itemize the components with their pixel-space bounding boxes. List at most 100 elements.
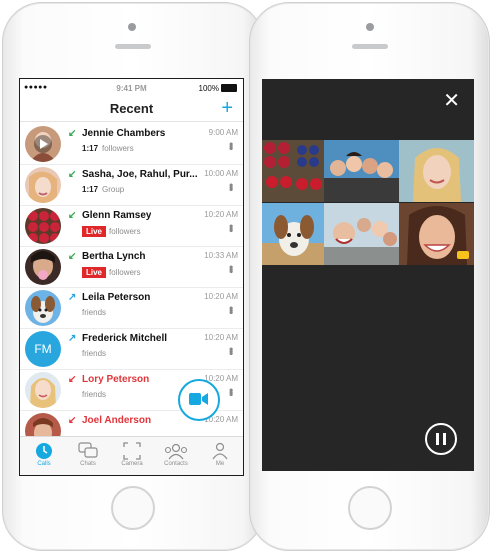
missed-call-icon: ↙ [68,374,77,385]
call-detail: 1:17 Group [82,185,124,194]
contact-name: Glenn Ramsey [82,210,152,221]
incoming-call-icon: ↙ [68,169,77,180]
recent-calls-screen: ●●●●● 9:41 PM 100% Recent + ↙ Jennie Cha… [19,78,244,476]
live-badge: Live [82,267,107,278]
tab-label: Contacts [164,461,188,467]
avatar [25,126,61,162]
contact-name: Leila Peterson [82,292,151,303]
incoming-call-icon: ↙ [68,128,77,139]
avatar [25,372,61,408]
tab-camera[interactable]: Camera [110,441,154,467]
incoming-call-icon: ↙ [68,210,77,221]
avatar [25,290,61,326]
video-grid [262,140,474,265]
audience-label: followers [109,227,141,236]
group-video-screen: ✕ [262,79,474,471]
clock-icon [22,441,66,461]
page-title: Recent [109,101,154,116]
tab-label: Camera [121,461,143,467]
contacts-icon [154,441,198,461]
call-row-leila[interactable]: ↗ Leila Peterson 10:20 AM friends ••• [20,287,243,329]
more-options-icon[interactable]: ••• [224,224,238,231]
video-tile [324,140,399,202]
initials-avatar: FM [25,331,61,367]
more-options-icon[interactable]: ••• [224,265,238,272]
contact-name: Bertha Lynch [82,251,146,262]
earpiece-speaker [115,44,151,49]
call-detail: friends [82,308,106,317]
more-options-icon[interactable]: ••• [224,388,238,395]
video-tile [262,140,324,202]
tab-label: Chats [80,461,96,467]
call-time: 10:20 AM [204,210,238,219]
video-camera-icon [189,393,208,405]
contact-name: Lory Peterson [82,374,150,385]
tab-calls[interactable]: Calls [22,441,66,467]
avatar [25,249,61,285]
tab-contacts[interactable]: Contacts [154,441,198,467]
audience-label: friends [82,390,107,399]
call-time: 10:33 AM [204,251,238,260]
tab-label: Calls [37,461,51,467]
contact-name: Sasha, Joe, Rahul, Pur... [82,169,198,180]
more-options-icon[interactable]: ••• [224,142,238,149]
audience-label: friends [82,349,107,358]
battery-icon [221,84,237,92]
start-video-call-button[interactable] [178,379,220,421]
tab-chats[interactable]: Chats [66,441,110,467]
tab-bar: Calls Chats Camera Contacts Me [20,436,243,475]
call-detail: Live followers [82,226,141,237]
person-icon [198,441,242,461]
outgoing-call-icon: ↗ [68,333,77,344]
audience-label: followers [109,268,141,277]
tab-label: Me [215,461,225,467]
call-row-frederick[interactable]: FM ↗ Frederick Mitchell 10:20 AM friends… [20,328,243,370]
nav-bar: Recent + [20,97,243,122]
call-detail: Live followers [82,267,141,278]
camera-frame-icon [110,441,154,461]
viewer-count: 1:17 [82,185,99,194]
call-row-jennie[interactable]: ↙ Jennie Chambers 9:00 AM 1:17 followers … [20,123,243,165]
audience-label: Group [102,185,125,194]
call-time: 9:00 AM [208,128,238,137]
live-badge: Live [82,226,107,237]
missed-call-icon: ↙ [68,415,77,426]
front-camera [128,23,136,31]
tab-me[interactable]: Me [198,441,242,467]
call-time: 10:20 AM [204,292,238,301]
call-row-sasha-group[interactable]: ↙ Sasha, Joe, Rahul, Pur... 10:00 AM 1:1… [20,164,243,206]
more-options-icon[interactable]: ••• [224,306,238,313]
call-detail: friends [82,349,106,358]
more-options-icon[interactable]: ••• [224,183,238,190]
call-row-bertha[interactable]: ↙ Bertha Lynch 10:33 AM Live followers ••… [20,246,243,288]
viewer-count: 1:17 [82,144,99,153]
call-detail: friends [82,390,106,399]
call-row-glenn[interactable]: ↙ Glenn Ramsey 10:20 AM Live followers ••… [20,205,243,247]
video-tile [324,203,399,265]
video-tile [399,203,474,265]
home-button[interactable] [111,486,155,530]
call-time: 10:00 AM [204,169,238,178]
avatar [25,208,61,244]
pause-icon[interactable] [425,423,457,455]
add-call-button[interactable]: + [221,96,233,120]
avatar [25,167,61,203]
audience-label: friends [82,308,107,317]
incoming-call-icon: ↙ [68,251,77,262]
battery-percent: 100% [198,84,219,93]
outgoing-call-icon: ↗ [68,292,77,303]
audience-label: followers [102,144,134,153]
chat-bubbles-icon [66,441,110,461]
contact-name: Frederick Mitchell [82,333,168,344]
contact-name: Joel Anderson [82,415,152,426]
earpiece-speaker [352,44,388,49]
contact-name: Jennie Chambers [82,128,166,139]
close-icon[interactable]: ✕ [443,91,460,111]
call-time: 10:20 AM [204,333,238,342]
home-button[interactable] [348,486,392,530]
video-tile [262,203,324,265]
video-tile [399,140,474,202]
battery-indicator: 100% [199,84,237,93]
status-bar: ●●●●● 9:41 PM 100% [20,79,243,97]
more-options-icon[interactable]: ••• [224,347,238,354]
